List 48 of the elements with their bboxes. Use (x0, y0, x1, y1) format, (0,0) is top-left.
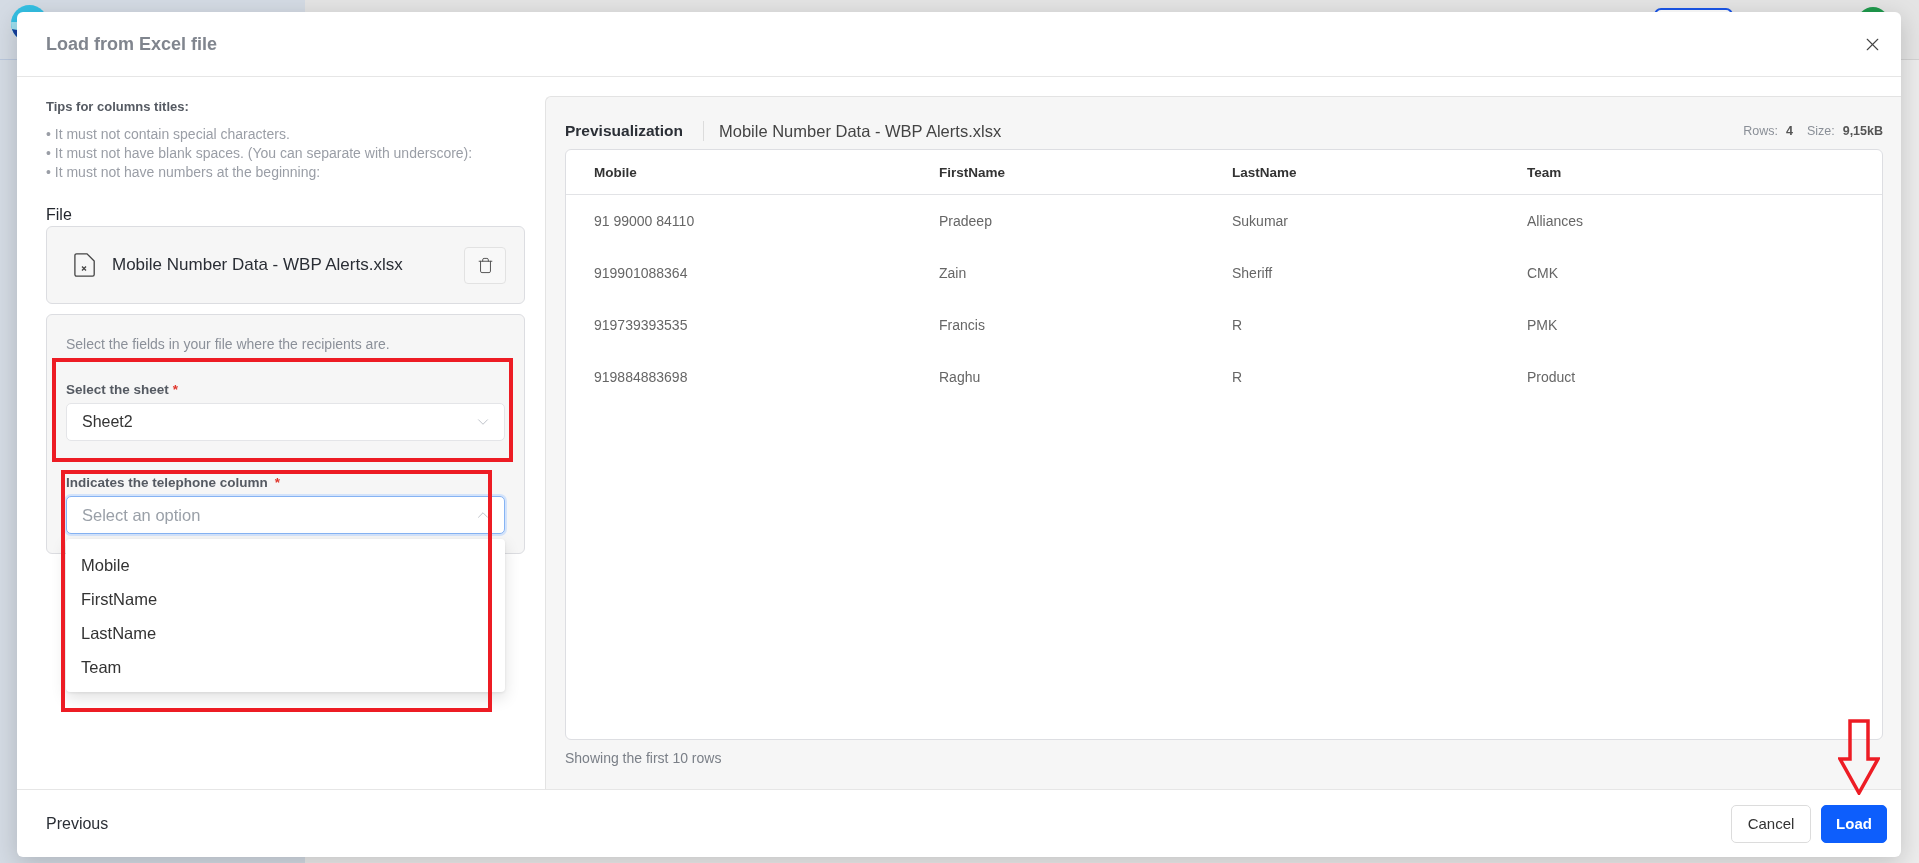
table-cell-text: 919901088364 (593, 265, 689, 281)
table-cell-text: CMK (1526, 265, 1560, 281)
table-cell-text: Product (1526, 369, 1577, 385)
stat-label: Size: (1806, 124, 1835, 138)
trash-icon (476, 256, 494, 274)
column-header: FirstName (938, 164, 1007, 180)
hint-text: Select the fields in your file where the recipients are. (66, 336, 391, 352)
tip-text: • It must not have blank spaces. (You can separate with underscore): (46, 144, 474, 163)
column-header: Mobile (593, 164, 638, 180)
file-name: Mobile Number Data - WBP Alerts.xlsx (112, 255, 404, 275)
preview-title: Previsualization (565, 122, 683, 140)
tip-text: • It must not contain special characters. (46, 125, 291, 144)
dialog-title: Load from Excel file (46, 33, 218, 55)
table-cell-text: Alliances (1526, 213, 1585, 229)
table-cell-text: PMK (1526, 317, 1559, 333)
previous-button[interactable]: Previous (46, 814, 109, 833)
column-header: LastName (1231, 164, 1298, 180)
tips-heading: Tips for columns titles: (46, 99, 190, 115)
dropdown-option[interactable]: FirstName (66, 582, 505, 616)
file-name: Mobile Number Data - WBP Alerts.xlsx (719, 121, 1002, 141)
table-cell-text: 91 99000 84110 (593, 213, 696, 229)
table-cell-text: Francis (938, 317, 986, 333)
table-cell-text: Zain (938, 265, 968, 281)
field-label: Indicates the telephone column * (66, 475, 282, 491)
load-button[interactable]: Load (1821, 804, 1887, 843)
table-cell-text: 919884883698 (593, 369, 689, 385)
table-cell-text: Sheriff (1231, 265, 1274, 281)
section-label: File (46, 205, 73, 225)
dropdown-option[interactable]: Mobile (66, 548, 505, 582)
table-cell-text: R (1231, 317, 1244, 333)
stat-label: Rows: (1743, 124, 1778, 138)
stat-value: 4 (1785, 124, 1793, 138)
cancel-button[interactable]: Cancel (1731, 804, 1811, 843)
table-cell-text: Sukumar (1231, 213, 1290, 229)
dropdown-option[interactable]: LastName (66, 616, 505, 650)
column-header: Team (1526, 164, 1563, 180)
table-cell-text: 919739393535 (593, 317, 689, 333)
stat-value: 9,15kB (1842, 124, 1883, 138)
file-icon (73, 253, 95, 277)
delete-button[interactable] (464, 246, 506, 284)
table-cell-text: Raghu (938, 369, 982, 385)
footnote-text: Showing the first 10 rows (565, 750, 723, 766)
table-cell-text: R (1231, 369, 1244, 385)
field-label: Select the sheet * (66, 382, 180, 398)
table-cell-text: Pradeep (938, 213, 993, 229)
sheet-select[interactable]: Sheet2 (66, 403, 505, 441)
tip-text: • It must not have numbers at the beginning: (46, 163, 322, 182)
dropdown-option[interactable]: Team (66, 650, 505, 684)
